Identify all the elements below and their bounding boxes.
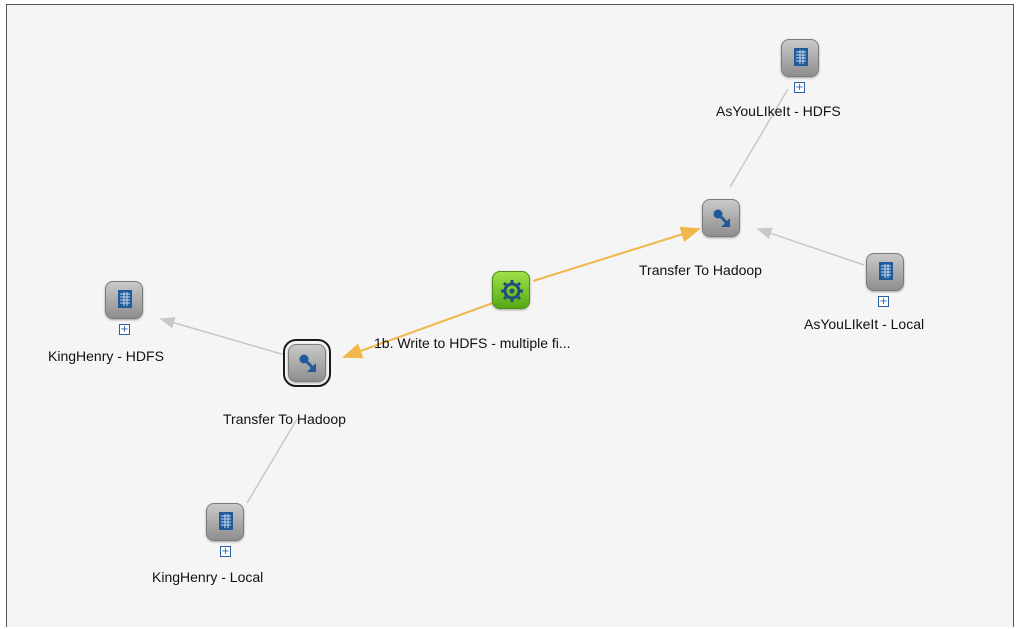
node-label: Transfer To Hadoop (639, 262, 762, 278)
dataset-icon (866, 253, 904, 291)
transfer-icon (283, 339, 331, 387)
dataset-icon (206, 503, 244, 541)
node-label: KingHenry - Local (152, 569, 264, 585)
expand-plus-icon[interactable]: + (794, 82, 805, 93)
edge-asyoulikeit-local-to-transfer-right[interactable] (756, 227, 865, 266)
node-label: AsYouLIkeIt - Local (804, 316, 925, 332)
expand-plus-icon[interactable]: + (119, 324, 130, 335)
workflow-canvas[interactable]: + AsYouLIkeIt - HDFS Transfer To Hadoop … (6, 4, 1014, 627)
node-label: 1b. Write to HDFS - multiple fi... (374, 335, 571, 351)
expand-plus-icon[interactable]: + (878, 296, 889, 307)
node-label: AsYouLIkeIt - HDFS (716, 103, 841, 119)
node-label: Transfer To Hadoop (223, 411, 346, 427)
node-label: KingHenry - HDFS (48, 348, 164, 364)
expand-plus-icon[interactable]: + (220, 546, 231, 557)
edge-transfer-left-to-kinghenry-local[interactable] (246, 418, 298, 504)
dataset-icon (105, 281, 143, 319)
edge-transfer-left-to-kinghenry-hdfs[interactable] (159, 317, 286, 356)
transfer-icon (702, 199, 740, 237)
gear-icon (492, 271, 530, 309)
dataset-icon (781, 39, 819, 77)
